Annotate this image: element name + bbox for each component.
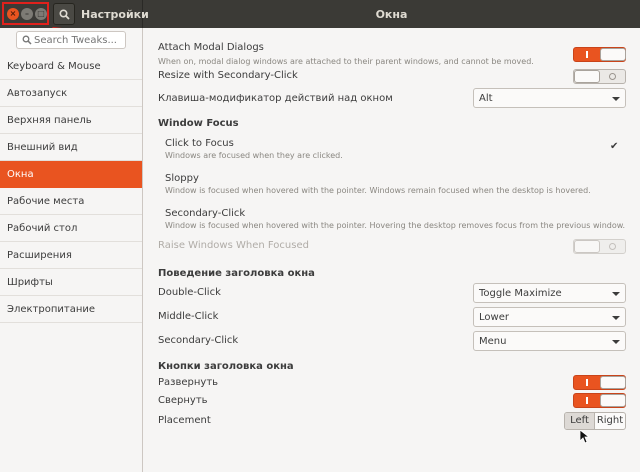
modifier-key-dropdown[interactable]: Alt (473, 88, 626, 108)
sidebar-search[interactable] (16, 31, 126, 49)
chevron-down-icon (612, 292, 620, 296)
secondary-click-option[interactable]: Secondary-Click (165, 208, 245, 219)
sidebar-item-extensions[interactable]: Расширения (0, 242, 142, 269)
sidebar-item-appearance[interactable]: Внешний вид (0, 134, 142, 161)
settings-panel: Attach Modal Dialogs When on, modal dial… (144, 28, 640, 472)
sidebar-item-autostart[interactable]: Автозапуск (0, 80, 142, 107)
placement-left-button[interactable]: Left (565, 413, 595, 429)
secondary-click-description: Window is focused when hovered with the … (165, 221, 626, 230)
attach-modal-switch[interactable] (573, 47, 626, 62)
search-icon (22, 35, 32, 45)
sidebar-item-desktop[interactable]: Рабочий стол (0, 215, 142, 242)
placement-label: Placement (158, 415, 211, 426)
secondary-click-dropdown[interactable]: Menu (473, 331, 626, 351)
click-to-focus-description: Windows are focused when they are clicke… (165, 151, 343, 160)
double-click-value: Toggle Maximize (479, 288, 562, 299)
modifier-key-label: Клавиша-модификатор действий над окном (158, 93, 393, 104)
window-focus-heading: Window Focus (158, 118, 239, 129)
resize-secondary-switch[interactable] (573, 69, 626, 84)
middle-click-label: Middle-Click (158, 311, 219, 322)
placement-toggle: Left Right (564, 412, 626, 430)
checkmark-icon: ✔ (610, 141, 619, 152)
highlight-annotation-box (2, 2, 49, 25)
double-click-label: Double-Click (158, 287, 221, 298)
sidebar-item-keyboard-mouse[interactable]: Keyboard & Mouse (0, 53, 142, 80)
sloppy-description: Window is focused when hovered with the … (165, 186, 591, 195)
secondary-click-value: Menu (479, 336, 507, 347)
sloppy-option[interactable]: Sloppy (165, 173, 199, 184)
chevron-down-icon (612, 316, 620, 320)
raise-windows-switch[interactable] (573, 239, 626, 254)
double-click-dropdown[interactable]: Toggle Maximize (473, 283, 626, 303)
sidebar-item-workspaces[interactable]: Рабочие места (0, 188, 142, 215)
sidebar-item-top-bar[interactable]: Верхняя панель (0, 107, 142, 134)
search-input[interactable] (34, 33, 124, 47)
minimize-switch[interactable] (573, 393, 626, 408)
maximize-label: Развернуть (158, 377, 219, 388)
search-toggle-button[interactable] (53, 3, 75, 25)
titlebar-buttons-heading: Кнопки заголовка окна (158, 361, 294, 372)
page-title: Окна (375, 8, 408, 21)
sidebar-item-power[interactable]: Электропитание (0, 296, 142, 323)
placement-right-button[interactable]: Right (595, 413, 625, 429)
attach-modal-label: Attach Modal Dialogs (158, 42, 264, 53)
app-title: Настройки (81, 8, 149, 21)
secondary-click-action-label: Secondary-Click (158, 335, 239, 346)
modifier-key-value: Alt (479, 93, 493, 104)
resize-secondary-label: Resize with Secondary-Click (158, 70, 298, 81)
mouse-cursor-icon (580, 430, 590, 444)
titlebar-actions-heading: Поведение заголовка окна (158, 268, 315, 279)
sidebar: Keyboard & Mouse Автозапуск Верхняя пане… (0, 28, 143, 472)
sidebar-item-fonts[interactable]: Шрифты (0, 269, 142, 296)
sidebar-list: Keyboard & Mouse Автозапуск Верхняя пане… (0, 53, 142, 323)
search-icon (59, 9, 70, 20)
attach-modal-description: When on, modal dialog windows are attach… (158, 57, 534, 66)
chevron-down-icon (612, 97, 620, 101)
chevron-down-icon (612, 340, 620, 344)
raise-windows-label: Raise Windows When Focused (158, 240, 309, 251)
minimize-label: Свернуть (158, 395, 208, 406)
middle-click-dropdown[interactable]: Lower (473, 307, 626, 327)
maximize-switch[interactable] (573, 375, 626, 390)
header-bar: × – □ Настройки Окна (0, 0, 640, 28)
click-to-focus-option[interactable]: Click to Focus (165, 138, 234, 149)
middle-click-value: Lower (479, 312, 509, 323)
header-left-pane: × – □ Настройки (0, 0, 149, 28)
sidebar-item-windows[interactable]: Окна (0, 161, 142, 188)
